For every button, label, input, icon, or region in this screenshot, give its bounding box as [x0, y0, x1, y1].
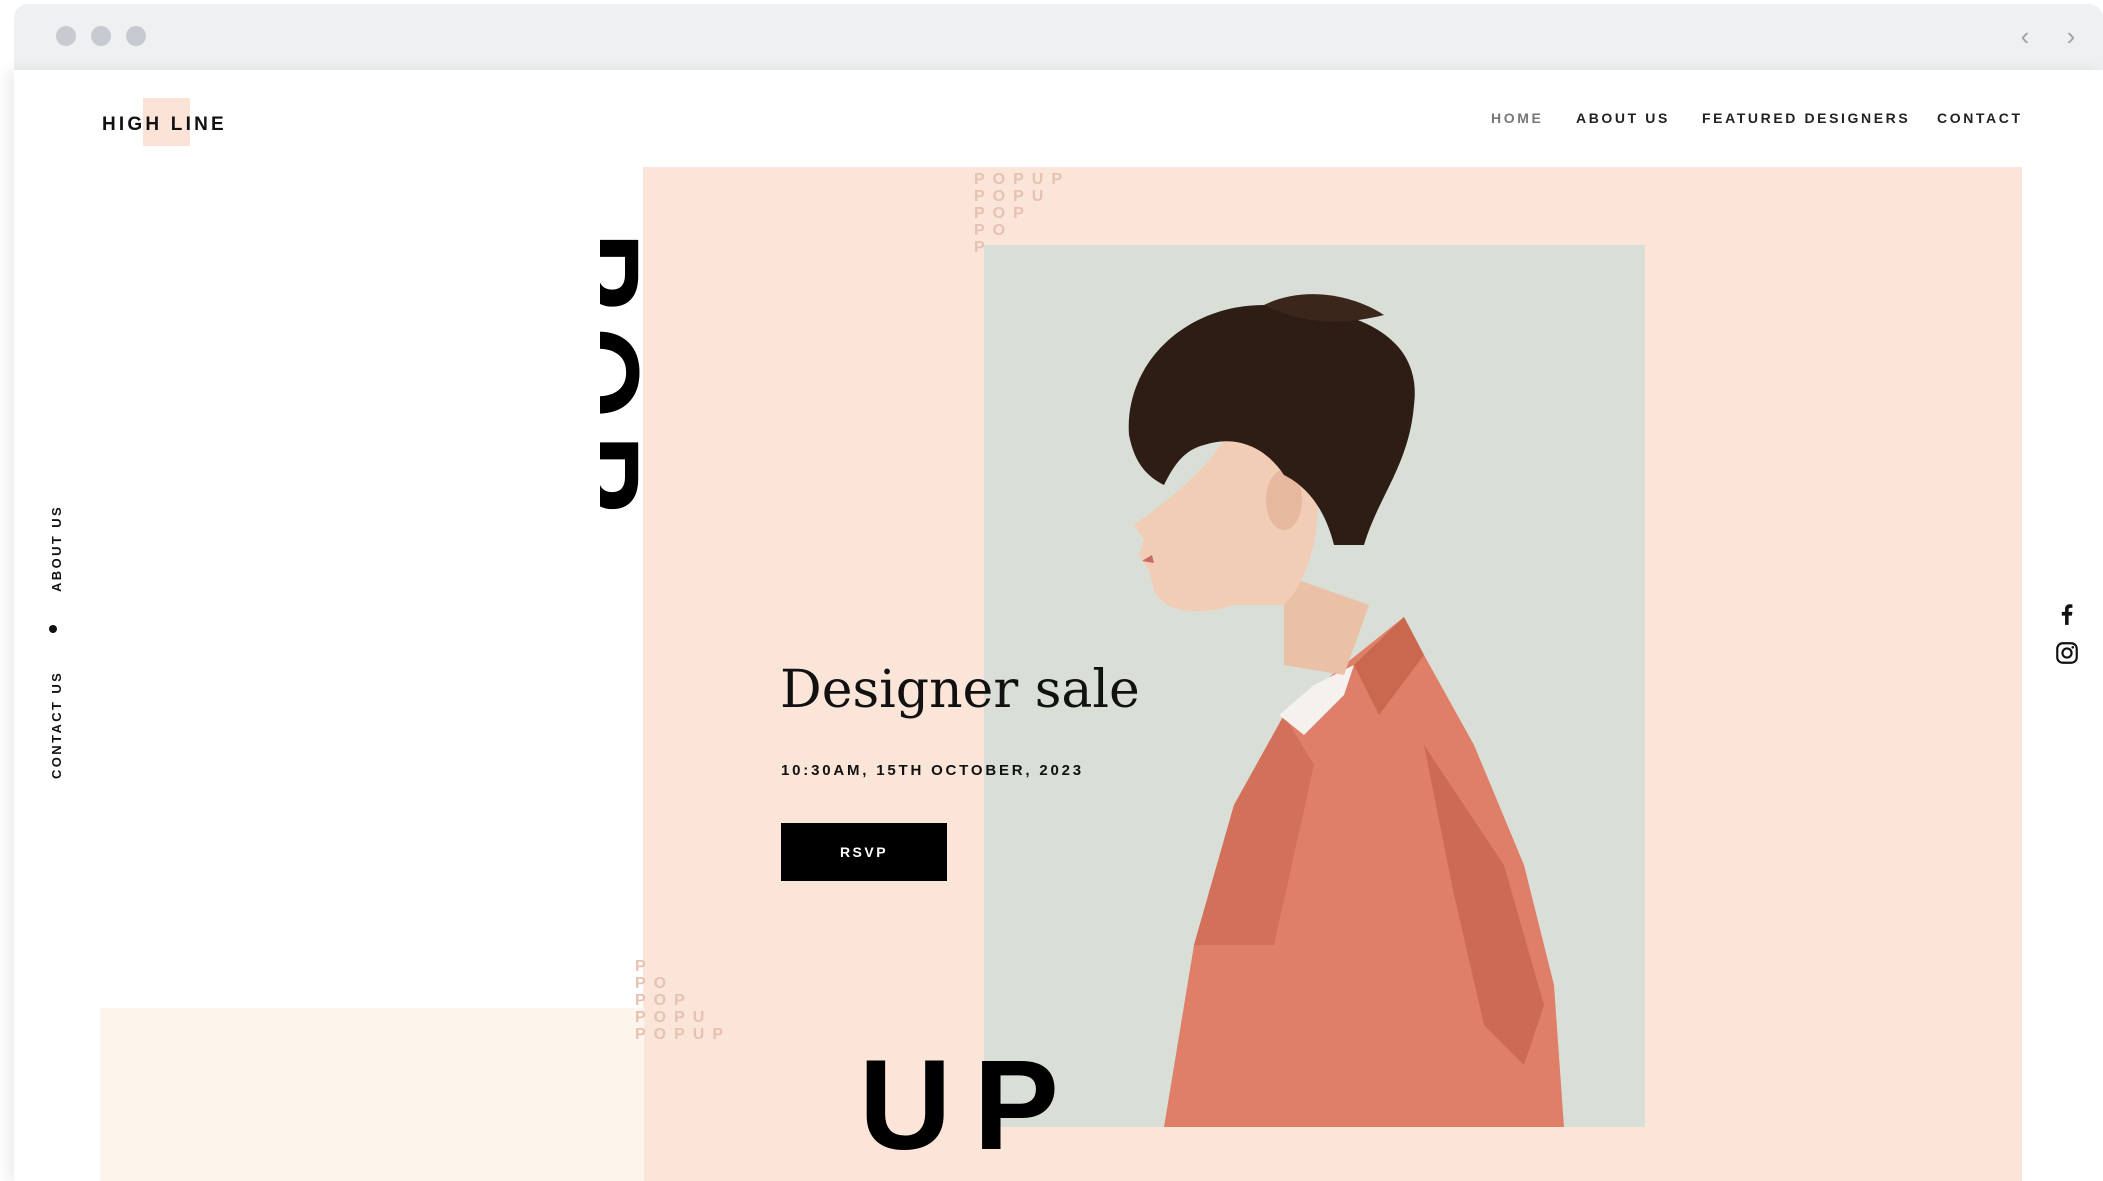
page-viewport: HIGH LINE HOME ABOUT US FEATURED DESIGNE… — [14, 70, 2103, 1181]
event-date: 10:30AM, 15TH OCTOBER, 2023 — [781, 762, 1084, 779]
back-arrow-icon[interactable]: ‹ — [2010, 21, 2040, 51]
forward-arrow-icon[interactable]: › — [2056, 21, 2086, 51]
nav-contact[interactable]: CONTACT — [1937, 110, 2023, 126]
nav-featured-designers[interactable]: FEATURED DESIGNERS — [1702, 110, 1910, 126]
hero-big-word-up: UP — [859, 1034, 1081, 1177]
instagram-icon[interactable] — [2054, 640, 2080, 666]
popup-pattern-top: POPUP POPU POP PO P — [974, 171, 1071, 256]
cream-background-block — [100, 1008, 644, 1181]
window-minimize-dot[interactable] — [91, 26, 111, 46]
svg-text:POP: POP — [600, 232, 663, 529]
browser-chrome: ‹ › — [14, 4, 2103, 71]
side-nav-contact-us[interactable]: CONTACT US — [49, 671, 64, 779]
window-maximize-dot[interactable] — [126, 26, 146, 46]
hero-headline: Designer sale — [780, 660, 1140, 720]
popup-pattern-bottom: P PO POP POPU POPUP — [635, 958, 732, 1043]
side-nav-dot — [49, 625, 57, 633]
side-nav-about-us[interactable]: ABOUT US — [49, 505, 64, 592]
nav-home[interactable]: HOME — [1491, 110, 1543, 126]
nav-about-us[interactable]: ABOUT US — [1576, 110, 1670, 126]
hero-big-word-pop: POP — [600, 232, 663, 529]
window-close-dot[interactable] — [56, 26, 76, 46]
rsvp-button[interactable]: RSVP — [781, 823, 947, 881]
facebook-icon[interactable] — [2054, 601, 2080, 627]
site-logo[interactable]: HIGH LINE — [102, 114, 227, 136]
